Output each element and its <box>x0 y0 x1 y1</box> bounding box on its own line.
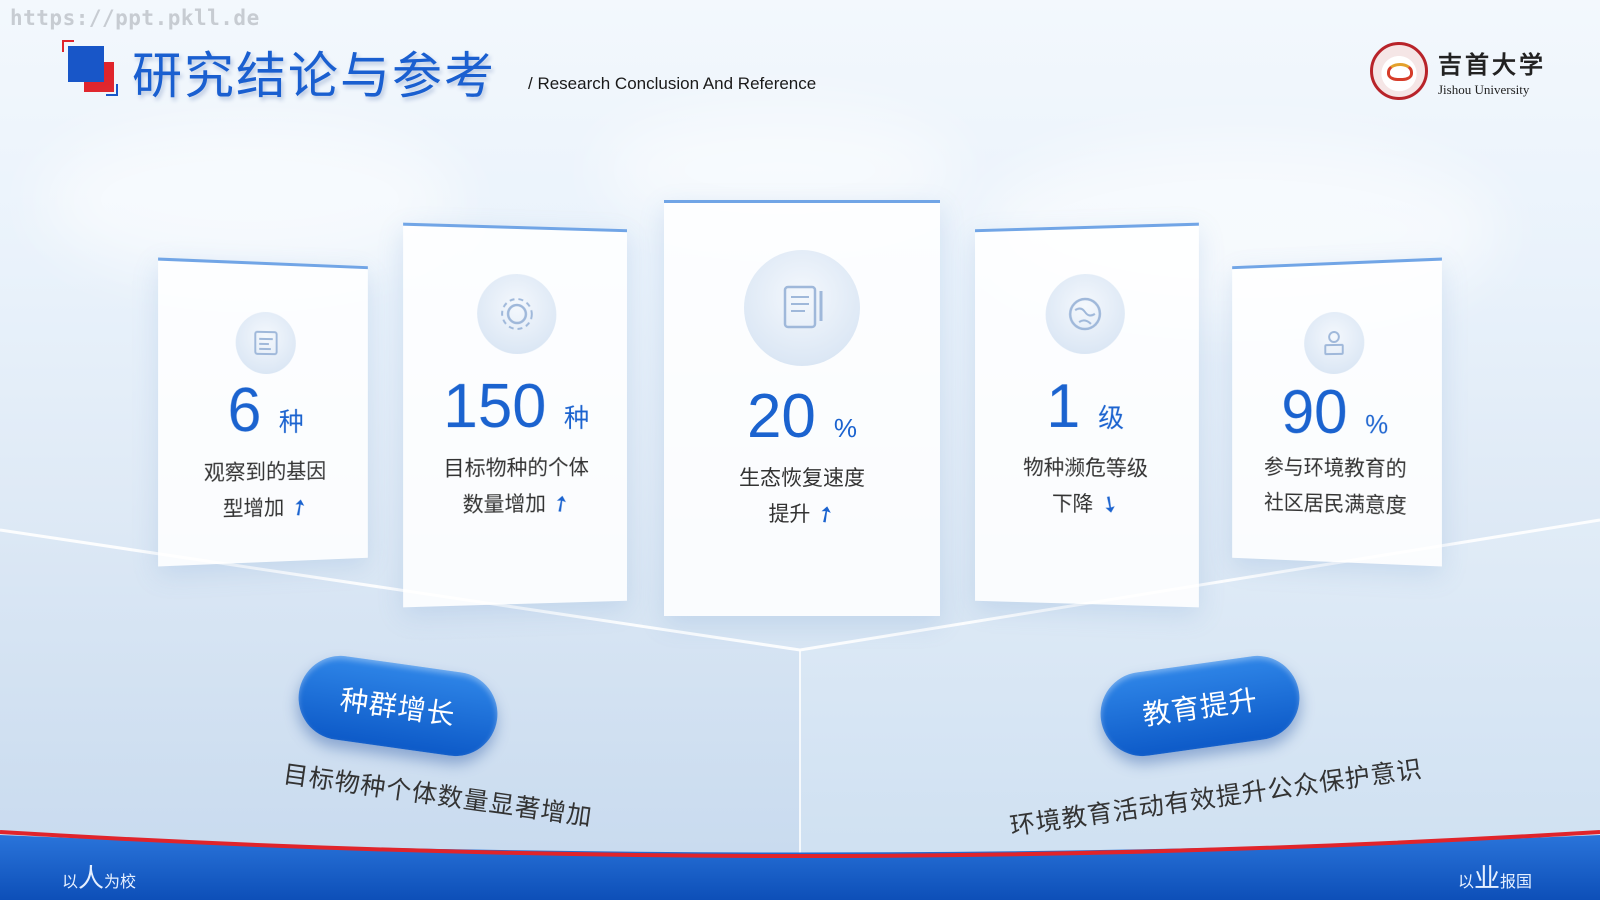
title-logo-mark <box>62 40 118 96</box>
logo-chinese-name: 吉首大学 <box>1438 45 1546 80</box>
trend-up-arrow-icon: ➚ <box>282 488 316 528</box>
highlight-label: 种群增长 <box>338 678 458 734</box>
globe-icon <box>1046 273 1125 354</box>
stat-unit: 级 <box>1098 398 1124 435</box>
stat-unit: 种 <box>279 402 304 439</box>
stat-card-population: 150 种 目标物种的个体 数量增加 ➚ <box>403 223 627 608</box>
highlight-label: 教育提升 <box>1140 678 1260 734</box>
stat-desc-line1: 参与环境教育的 <box>1232 449 1442 488</box>
university-logo: 吉首大学 Jishou University <box>1370 42 1546 100</box>
stat-desc-line1: 观察到的基因 <box>158 453 368 493</box>
stat-desc-line2: 社区居民满意度 <box>1232 484 1442 525</box>
document-icon <box>236 311 296 374</box>
stat-card-recovery: 20 % 生态恢复速度 提升 ➚ <box>664 200 940 616</box>
logo-english-name: Jishou University <box>1438 82 1546 98</box>
stat-value: 1 <box>1046 376 1080 438</box>
stat-desc-line1: 生态恢复速度 <box>664 460 940 496</box>
trend-down-arrow-icon: ➘ <box>1091 485 1127 525</box>
stat-desc-line1: 目标物种的个体 <box>403 449 627 487</box>
watermark-url: https://ppt.pkll.de <box>10 6 260 30</box>
stat-value: 90 <box>1281 382 1347 444</box>
stat-card-endangered: 1 级 物种濒危等级 下降 ➘ <box>975 223 1199 608</box>
university-seal-icon <box>1370 42 1428 100</box>
tablet-icon <box>744 250 860 366</box>
stat-value: 150 <box>443 376 546 439</box>
stat-desc-line2: 型增加 <box>223 496 285 522</box>
trend-up-arrow-icon: ➚ <box>544 485 579 525</box>
footer-motto-right: 以业报国 <box>1458 858 1532 895</box>
stat-value: 20 <box>747 386 816 448</box>
footer-motto-left: 以人为校 <box>62 858 136 895</box>
stat-unit: % <box>1365 409 1388 440</box>
stat-unit: % <box>834 413 857 444</box>
stat-card-genotypes: 6 种 观察到的基因 型增加 ➚ <box>158 258 368 567</box>
stat-desc-line2: 提升 <box>768 502 810 526</box>
stat-desc-line2: 数量增加 <box>463 492 547 517</box>
stat-unit: 种 <box>564 398 589 435</box>
person-laptop-icon <box>1304 311 1364 374</box>
page-subtitle: / Research Conclusion And Reference <box>528 74 816 94</box>
stat-desc-line2: 下降 <box>1052 492 1093 517</box>
stat-desc-line1: 物种濒危等级 <box>975 449 1199 487</box>
trend-up-arrow-icon: ➚ <box>808 495 844 535</box>
page-title: 研究结论与参考 <box>132 36 496 108</box>
gear-icon <box>477 273 556 354</box>
stat-card-satisfaction: 90 % 参与环境教育的 社区居民满意度 <box>1232 258 1442 567</box>
stat-value: 6 <box>228 380 262 443</box>
